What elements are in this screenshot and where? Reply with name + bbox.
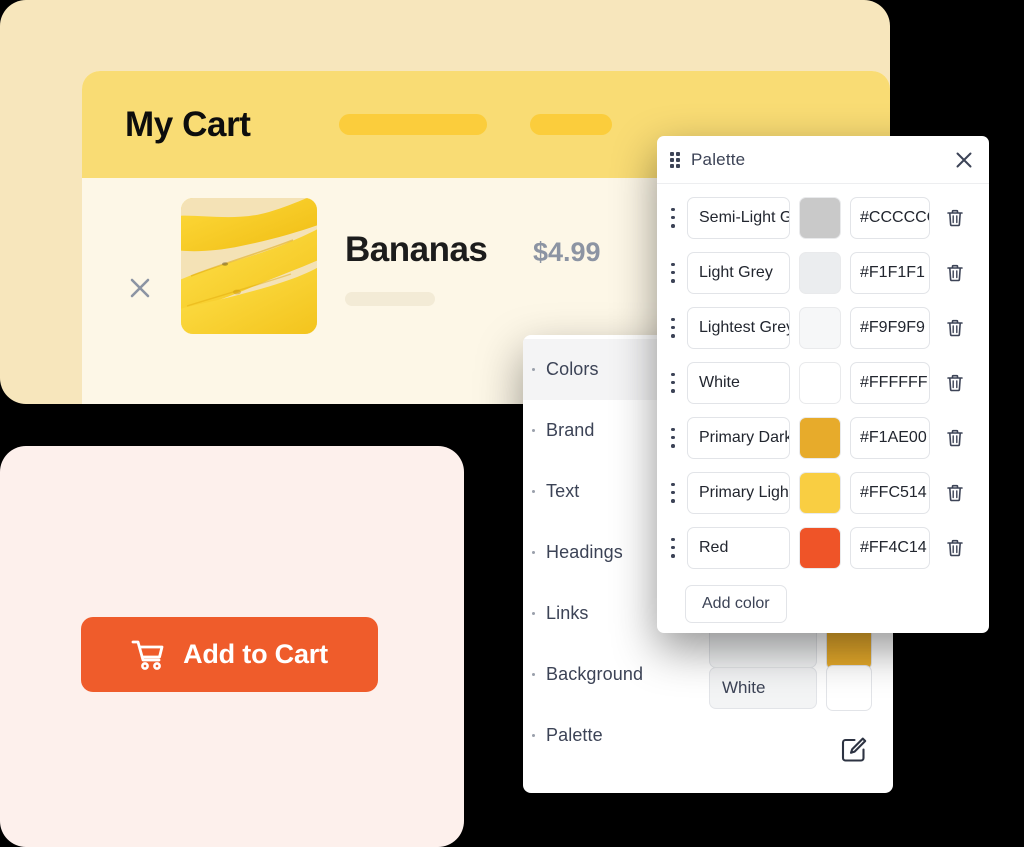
color-name-input[interactable]: Lightest Grey [687, 306, 790, 349]
settings-field-input[interactable]: White [709, 667, 817, 709]
color-name-input[interactable]: Primary Dark [687, 416, 790, 459]
color-name-input[interactable]: Primary Light [687, 471, 790, 514]
edit-square-pencil-icon[interactable] [839, 735, 869, 765]
table-row: Red #FF4C14 [657, 520, 989, 575]
table-row: Semi-Light Grey #CCCCCC [657, 190, 989, 245]
bullet-dot-icon [532, 673, 535, 676]
close-x-icon[interactable] [953, 149, 975, 171]
trash-icon[interactable] [945, 482, 967, 504]
sidebar-item-label: Brand [546, 420, 595, 440]
table-row: Primary Dark #F1AE00 [657, 410, 989, 465]
color-swatch[interactable] [799, 361, 841, 404]
settings-field-row-background: White [709, 665, 872, 711]
header-placeholder-bar-1 [338, 114, 487, 135]
color-hex-input[interactable]: #FFC514 [850, 471, 930, 514]
trash-icon[interactable] [945, 317, 967, 339]
color-swatch[interactable] [799, 416, 841, 459]
product-price: $4.99 [533, 237, 601, 267]
color-name-input[interactable]: Semi-Light Grey [687, 196, 790, 239]
sidebar-item-label: Colors [546, 359, 599, 379]
sidebar-item-palette[interactable]: Palette [523, 705, 693, 766]
sidebar-item-label: Background [546, 664, 644, 684]
sidebar-item-label: Text [546, 481, 580, 501]
sidebar-item-label: Palette [546, 725, 603, 745]
add-color-button[interactable]: Add color [685, 585, 787, 623]
table-row: Primary Light #FFC514 [657, 465, 989, 520]
color-swatch[interactable] [799, 251, 841, 294]
product-name: Bananas [345, 230, 488, 269]
vertical-dots-drag-icon[interactable] [671, 372, 675, 393]
vertical-dots-drag-icon[interactable] [671, 262, 675, 283]
color-hex-input[interactable]: #FFFFFF [850, 361, 930, 404]
product-thumbnail [181, 198, 317, 334]
palette-popup-header: Palette [657, 136, 989, 184]
palette-popup-title: Palette [691, 149, 746, 169]
settings-field-swatch[interactable] [826, 665, 872, 711]
table-row: Light Grey #F1F1F1 [657, 245, 989, 300]
bullet-dot-icon [532, 612, 535, 615]
trash-icon[interactable] [945, 537, 967, 559]
vertical-dots-drag-icon[interactable] [671, 537, 675, 558]
color-swatch[interactable] [799, 306, 841, 349]
color-name-input[interactable]: Red [687, 526, 790, 569]
bullet-dot-icon [532, 429, 535, 432]
product-subtitle-placeholder [345, 292, 435, 306]
bullet-dot-icon [532, 368, 535, 371]
add-to-cart-label: Add to Cart [183, 639, 328, 669]
bullet-dot-icon [532, 734, 535, 737]
color-swatch[interactable] [799, 196, 841, 239]
bullet-dot-icon [532, 490, 535, 493]
color-hex-input[interactable]: #F1AE00 [850, 416, 930, 459]
color-hex-input[interactable]: #F1F1F1 [850, 251, 930, 294]
palette-rows-list: Semi-Light Grey #CCCCCC Light Grey #F1F1… [657, 184, 989, 623]
vertical-dots-drag-icon[interactable] [671, 427, 675, 448]
color-hex-input[interactable]: #FF4C14 [850, 526, 930, 569]
palette-popup: Palette Semi-Light Grey #CCCCCC [657, 136, 989, 633]
header-placeholder-bar-2 [529, 114, 612, 135]
trash-icon[interactable] [945, 372, 967, 394]
bullet-dot-icon [532, 551, 535, 554]
color-hex-input[interactable]: #CCCCCC [850, 196, 930, 239]
table-row: Lightest Grey #F9F9F9 [657, 300, 989, 355]
trash-icon[interactable] [945, 207, 967, 229]
color-swatch[interactable] [799, 471, 841, 514]
sidebar-item-label: Links [546, 603, 589, 623]
color-name-input[interactable]: White [687, 361, 790, 404]
color-name-input[interactable]: Light Grey [687, 251, 790, 294]
sidebar-item-label: Headings [546, 542, 623, 562]
grid-drag-handle-icon[interactable] [670, 151, 680, 168]
table-row: White #FFFFFF [657, 355, 989, 410]
trash-icon[interactable] [945, 427, 967, 449]
vertical-dots-drag-icon[interactable] [671, 317, 675, 338]
shopping-cart-icon [131, 639, 165, 671]
color-hex-input[interactable]: #F9F9F9 [850, 306, 930, 349]
cart-title: My Cart [125, 104, 251, 144]
color-swatch[interactable] [799, 526, 841, 569]
screenshot-stage: My Cart Bananas $4.99 Add to Cart Colors… [0, 0, 1024, 847]
vertical-dots-drag-icon[interactable] [671, 482, 675, 503]
vertical-dots-drag-icon[interactable] [671, 207, 675, 228]
sidebar-item-background[interactable]: Background [523, 644, 693, 705]
trash-icon[interactable] [945, 262, 967, 284]
add-to-cart-button[interactable]: Add to Cart [81, 617, 378, 692]
close-x-icon[interactable] [127, 275, 153, 301]
